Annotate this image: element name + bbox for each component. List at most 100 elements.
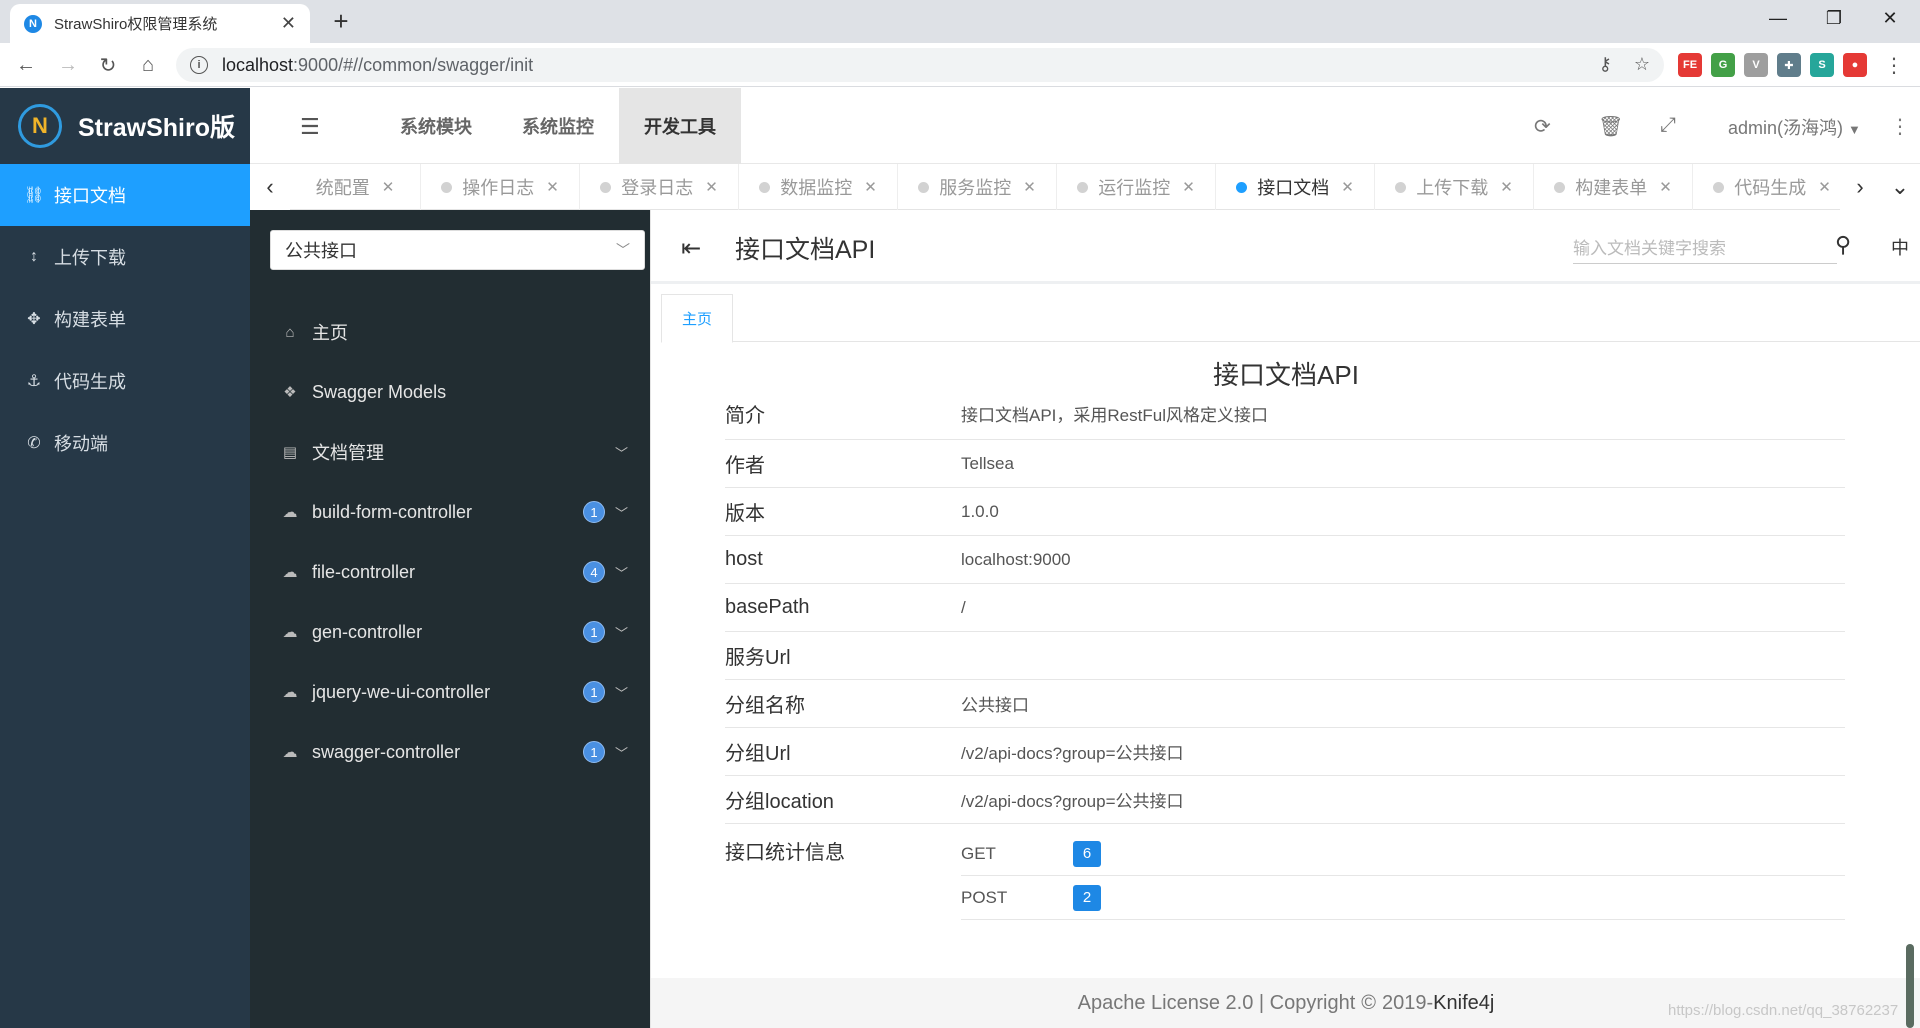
subtab-home[interactable]: 主页 — [661, 294, 733, 343]
minimize-window-button[interactable]: — — [1750, 0, 1806, 36]
page-tabs-list: 统配置 ✕ 操作日志 ✕ 登录日志 ✕ 数据监控 ✕ 服务监控 ✕ 运行监控 ✕ 接口文档 ✕ 上传下载 ✕ 构… — [290, 164, 1840, 210]
page-tab[interactable]: 服务监控 ✕ — [898, 164, 1057, 210]
page-tab[interactable]: 运行监控 ✕ — [1057, 164, 1216, 210]
info-key: 分组名称 — [725, 695, 805, 717]
doc-menu-item[interactable]: ☁ build-form-controller 1 ﹀ — [250, 482, 650, 542]
api-count-badge: 1 — [582, 741, 605, 763]
page-tab-label: 接口文档 — [1257, 178, 1330, 198]
doc-search-input[interactable]: 输入文档关键字搜索 — [1573, 230, 1837, 264]
close-tab-icon[interactable]: ✕ — [1818, 178, 1831, 196]
info-row: 作者 Tellsea — [725, 440, 1845, 488]
page-tab[interactable]: 数据监控 ✕ — [739, 164, 898, 210]
close-tab-icon[interactable]: ✕ — [1182, 178, 1195, 196]
address-bar[interactable]: i localhost:9000/#//common/swagger/init … — [176, 48, 1664, 82]
extension-icon[interactable]: FE — [1678, 53, 1702, 77]
browser-toolbar: ← → ↻ ⌂ i localhost:9000/#//common/swagg… — [0, 43, 1920, 87]
tab-status-dot-icon — [1554, 181, 1566, 193]
back-icon[interactable]: ← — [12, 51, 40, 79]
doc-menu-item[interactable]: ☁ gen-controller 1 ﹀ — [250, 602, 650, 662]
doc-menu-item[interactable]: ☁ file-controller 4 ﹀ — [250, 542, 650, 602]
fold-menu-icon[interactable]: ⇤ — [681, 234, 701, 263]
sidebar-item[interactable]: ✆ 移动端 — [0, 412, 250, 474]
close-tab-icon[interactable]: ✕ — [864, 178, 877, 196]
restore-window-button[interactable]: ❐ — [1806, 0, 1862, 36]
page-tab[interactable]: 接口文档 ✕ — [1216, 164, 1375, 210]
group-select[interactable]: 公共接口 ﹀ — [270, 230, 645, 270]
page-scrollbar[interactable] — [1906, 944, 1914, 1028]
browser-tab[interactable]: N StrawShiro权限管理系统 ✕ — [10, 4, 310, 43]
close-tab-icon[interactable]: ✕ — [1023, 178, 1036, 196]
top-nav-item[interactable]: 开发工具 — [619, 88, 741, 164]
fullscreen-icon[interactable]: ⤢ — [1660, 114, 1676, 137]
extension-icon[interactable]: S — [1810, 53, 1834, 77]
info-row: 版本 1.0.0 — [725, 488, 1845, 536]
close-tab-icon[interactable]: ✕ — [546, 178, 559, 196]
doc-menu-item[interactable]: ❖ Swagger Models — [250, 362, 650, 422]
top-nav-item[interactable]: 系统模块 — [375, 88, 497, 164]
doc-menu-label: 文档管理 — [312, 443, 384, 463]
close-tab-icon[interactable]: ✕ — [382, 178, 395, 196]
home-icon[interactable]: ⌂ — [134, 51, 162, 79]
sidebar-item[interactable]: ↕ 上传下载 — [0, 226, 250, 288]
cube-icon: ❖ — [283, 384, 297, 401]
refresh-icon[interactable]: ⟳ — [1534, 114, 1551, 139]
close-tab-icon[interactable]: ✕ — [705, 178, 718, 196]
footer-brand: Knife4j — [1433, 991, 1495, 1014]
doc-topbar: ⇤ 接口文档API 输入文档关键字搜索 ⚲ 中 — [651, 210, 1920, 284]
doc-menu-item[interactable]: ⌂ 主页 — [250, 302, 650, 362]
extension-icon[interactable]: V — [1744, 53, 1768, 77]
stats-row: 接口统计信息 GET 6 POST 2 — [725, 824, 1845, 920]
doc-menu-item[interactable]: ☁ jquery-we-ui-controller 1 ﹀ — [250, 662, 650, 722]
doc-menu-item[interactable]: ▤ 文档管理 ﹀ — [250, 422, 650, 482]
cloud-icon: ☁ — [282, 504, 298, 521]
page-tab[interactable]: 统配置 ✕ — [290, 164, 421, 210]
doc-menu-label: file-controller — [312, 561, 416, 582]
tabs-scroll-left-icon[interactable]: ‹ — [250, 164, 290, 210]
browser-menu-icon[interactable]: ⋮ — [1880, 51, 1908, 79]
close-tab-icon[interactable]: ✕ — [1341, 178, 1354, 196]
trash-icon[interactable]: 🗑 — [1598, 114, 1623, 139]
page-tab[interactable]: 操作日志 ✕ — [421, 164, 580, 210]
extension-icon[interactable]: ✚ — [1777, 53, 1801, 77]
close-window-button[interactable]: ✕ — [1862, 0, 1918, 36]
doc-menu-item[interactable]: ☁ swagger-controller 1 ﹀ — [250, 722, 650, 782]
page-tab-label: 登录日志 — [621, 178, 694, 198]
close-tab-icon[interactable]: ✕ — [1659, 178, 1672, 196]
tabs-dropdown-icon[interactable]: ⌄ — [1880, 164, 1920, 210]
forward-icon[interactable]: → — [54, 51, 82, 79]
extension-icon[interactable]: G — [1711, 53, 1735, 77]
new-tab-button[interactable]: + — [326, 6, 356, 36]
collapse-sidebar-icon[interactable]: ☰ — [300, 114, 320, 140]
sidebar-item[interactable]: ⚓ 代码生成 — [0, 350, 250, 412]
tab-status-dot-icon — [1395, 181, 1407, 193]
chevron-down-icon: ﹀ — [614, 445, 628, 461]
tab-status-dot-icon — [1077, 181, 1089, 193]
sidebar-item[interactable]: ⛓ 接口文档 — [0, 164, 250, 226]
stats-label: 接口统计信息 — [725, 842, 845, 864]
close-tab-icon[interactable]: ✕ — [1500, 178, 1513, 196]
page-tab[interactable]: 登录日志 ✕ — [580, 164, 739, 210]
doc-manage-icon: ▤ — [282, 444, 298, 461]
tab-status-dot-icon — [759, 181, 771, 193]
updown-arrow-icon: ↕ — [30, 248, 38, 265]
doc-title: 接口文档API — [1213, 360, 1359, 390]
extension-icon[interactable]: ● — [1843, 53, 1867, 77]
close-tab-icon[interactable]: ✕ — [281, 13, 296, 34]
site-info-icon[interactable]: i — [190, 56, 208, 74]
tabs-scroll-right-icon[interactable]: › — [1840, 164, 1880, 210]
page-tab[interactable]: 上传下载 ✕ — [1375, 164, 1534, 210]
top-nav-item[interactable]: 系统监控 — [497, 88, 619, 164]
bookmark-star-icon[interactable]: ☆ — [1634, 54, 1650, 75]
language-toggle[interactable]: 中 — [1891, 234, 1909, 260]
sidebar-item[interactable]: ✥ 构建表单 — [0, 288, 250, 350]
page-tab[interactable]: 构建表单 ✕ — [1534, 164, 1693, 210]
chevron-down-icon: ﹀ — [616, 242, 630, 258]
key-icon[interactable]: ⚷ — [1599, 54, 1612, 75]
page-tab[interactable]: 代码生成 ✕ — [1693, 164, 1840, 210]
more-options-icon[interactable]: ⋮ — [1890, 114, 1910, 139]
search-icon[interactable]: ⚲ — [1835, 232, 1851, 258]
chevron-down-icon: ﹀ — [614, 685, 628, 701]
user-menu[interactable]: admin(汤海鸿) ▼ — [1728, 114, 1861, 140]
reload-icon[interactable]: ↻ — [94, 51, 122, 79]
info-row: 分组Url/v2/api-docs?group=公共接口 — [725, 728, 1845, 776]
